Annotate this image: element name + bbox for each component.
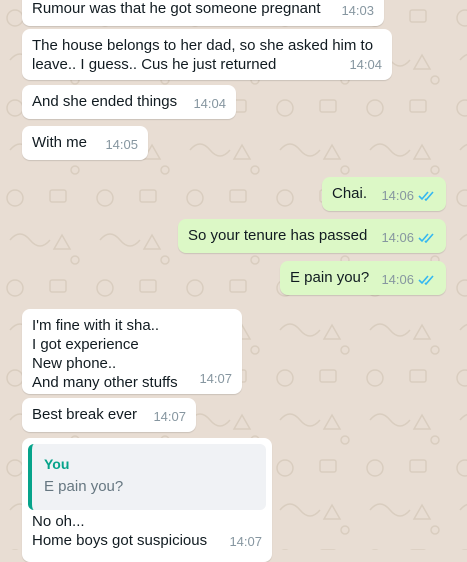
message-text: And she ended things (32, 93, 178, 110)
message-text-line: leave.. I guess.. Cus he just returned (32, 56, 277, 73)
message-meta: 14:06 (381, 228, 436, 247)
message-timestamp: 14:05 (105, 137, 138, 152)
message-timestamp: 14:04 (193, 96, 226, 111)
message-timestamp: 14:07 (153, 409, 186, 424)
message-timestamp: 14:06 (381, 272, 414, 287)
message-text: Best break ever (32, 406, 138, 423)
message-timestamp: 14:04 (349, 57, 382, 72)
message-timestamp: 14:07 (229, 534, 262, 549)
double-check-icon (418, 275, 434, 285)
reply-body: No oh... Home boys got suspicious (32, 512, 262, 550)
message-text-line: I'm fine with it sha.. (32, 317, 160, 334)
message-timestamp: 14:06 (381, 188, 414, 203)
message-bubble-reply[interactable]: You E pain you? No oh... Home boys got s… (22, 438, 272, 562)
message-text-line: I got experience (32, 336, 139, 353)
message-text-line: Home boys got suspicious (32, 532, 208, 549)
double-check-icon (418, 191, 434, 201)
message-timestamp: 14:06 (381, 230, 414, 245)
quoted-text: E pain you? (44, 478, 124, 495)
message-bubble-incoming[interactable]: Rumour was that he got someone pregnant … (22, 0, 384, 26)
message-bubble-outgoing[interactable]: E pain you? 14:06 (280, 261, 446, 295)
message-bubble-incoming[interactable]: Best break ever 14:07 (22, 398, 196, 432)
message-text-line: The house belongs to her dad, so she ask… (32, 37, 374, 54)
message-bubble-incoming[interactable]: I'm fine with it sha.. I got experience … (22, 309, 242, 394)
message-meta: 14:06 (381, 270, 436, 289)
message-text: So your tenure has passed (188, 227, 368, 244)
message-bubble-outgoing[interactable]: So your tenure has passed 14:06 (178, 219, 446, 253)
quoted-message[interactable]: You E pain you? (28, 444, 266, 510)
message-text: Chai. (332, 185, 368, 202)
message-timestamp: 14:03 (341, 3, 374, 18)
quoted-author: You (44, 456, 70, 472)
message-text: E pain you? (290, 269, 370, 286)
message-bubble-outgoing[interactable]: Chai. 14:06 (322, 177, 446, 211)
message-text: With me (32, 134, 88, 151)
double-check-icon (418, 233, 434, 243)
message-timestamp: 14:07 (199, 371, 232, 386)
message-meta: 14:06 (381, 186, 436, 205)
message-text-line: No oh... (32, 513, 85, 530)
message-bubble-incoming[interactable]: The house belongs to her dad, so she ask… (22, 29, 392, 80)
message-bubble-incoming[interactable]: And she ended things 14:04 (22, 85, 236, 119)
message-text: Rumour was that he got someone pregnant (32, 0, 321, 17)
message-bubble-incoming[interactable]: With me 14:05 (22, 126, 148, 160)
